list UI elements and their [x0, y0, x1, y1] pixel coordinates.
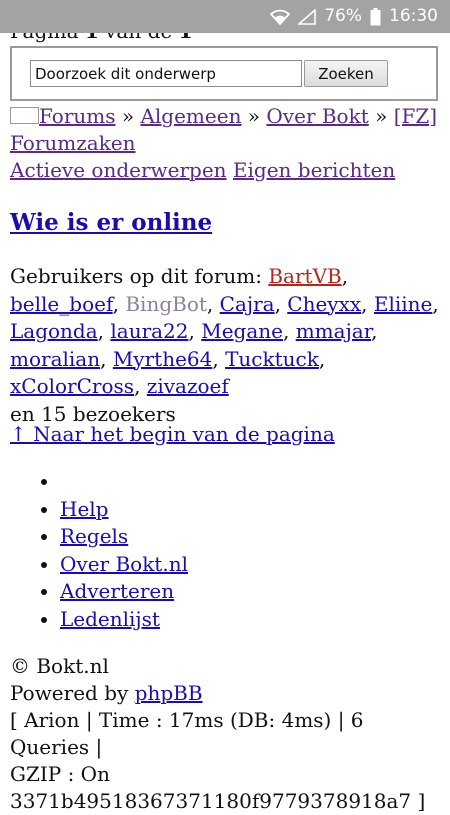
copyright-text: © Bokt.nl	[10, 654, 109, 678]
back-to-top: ↑ Naar het begin van de pagina	[10, 421, 335, 448]
online-user[interactable]: Tucktuck	[225, 347, 319, 371]
own-posts-link[interactable]: Eigen berichten	[233, 158, 395, 182]
online-users: Gebruikers op dit forum: BartVB, belle_b…	[10, 264, 439, 426]
online-user[interactable]: Cajra	[220, 292, 275, 316]
debug-stats-line: GZIP : On	[10, 762, 110, 786]
copyright-block: © Bokt.nl Powered by phpBB [ Arion | Tim…	[10, 653, 448, 815]
search-box: Zoeken	[10, 46, 438, 101]
breadcrumb: Forums » Algemeen » Over Bokt » [FZ] For…	[10, 103, 442, 157]
home-icon[interactable]	[10, 107, 39, 124]
footer-link-item: Help	[60, 496, 188, 524]
online-user[interactable]: Megane	[201, 319, 283, 343]
breadcrumb-forums[interactable]: Forums	[39, 104, 116, 128]
signal-icon	[298, 8, 317, 25]
online-user[interactable]: zivazoef	[147, 374, 229, 398]
rules-link[interactable]: Regels	[60, 524, 128, 548]
online-user[interactable]: Cheyxx	[287, 292, 361, 316]
online-user[interactable]: Lagonda	[10, 319, 98, 343]
back-to-top-link[interactable]: ↑ Naar het begin van de pagina	[10, 422, 335, 446]
phpbb-link[interactable]: phpBB	[135, 681, 203, 705]
who-is-online-heading[interactable]: Wie is er online	[10, 208, 212, 238]
who-is-online-link[interactable]: Wie is er online	[10, 209, 212, 236]
advertise-link[interactable]: Adverteren	[60, 579, 174, 603]
footer-link-empty	[60, 468, 188, 496]
online-user[interactable]: belle_boef	[10, 292, 113, 316]
online-user[interactable]: Myrthe64	[113, 347, 213, 371]
memberlist-link[interactable]: Ledenlijst	[60, 607, 160, 631]
footer-links: Help Regels Over Bokt.nl Adverteren Lede…	[10, 468, 188, 634]
active-topics-link[interactable]: Actieve onderwerpen	[10, 158, 227, 182]
powered-by: Powered by phpBB	[10, 680, 448, 707]
online-user[interactable]: BartVB	[268, 264, 341, 288]
wifi-icon	[270, 9, 291, 25]
clock: 16:30	[389, 6, 438, 26]
breadcrumb-over-bokt[interactable]: Over Bokt	[266, 104, 368, 128]
powered-by-label: Powered by	[10, 681, 135, 705]
quick-links: Actieve onderwerpen Eigen berichten	[10, 157, 395, 184]
breadcrumb-separator: »	[368, 104, 394, 128]
online-user[interactable]: moralian	[10, 347, 100, 371]
footer-link-item: Ledenlijst	[60, 606, 188, 634]
battery-percentage: 76%	[324, 6, 362, 26]
help-link[interactable]: Help	[60, 497, 108, 521]
battery-icon	[370, 7, 381, 26]
breadcrumb-algemeen[interactable]: Algemeen	[140, 104, 241, 128]
debug-stats-line: [ Arion | Time : 17ms (DB: 4ms) | 6 Quer…	[10, 708, 364, 759]
footer-link-item: Over Bokt.nl	[60, 551, 188, 579]
online-user-bot: BingBot	[125, 291, 207, 316]
footer-link-item: Adverteren	[60, 578, 188, 606]
online-user[interactable]: xColorCross	[10, 374, 134, 398]
online-prefix: Gebruikers op dit forum:	[10, 264, 269, 288]
online-user[interactable]: Eliine	[374, 292, 433, 316]
status-bar: 76% 16:30	[0, 0, 450, 33]
footer-link-item: Regels	[60, 523, 188, 551]
search-button[interactable]: Zoeken	[304, 60, 388, 87]
debug-stats-line: 3371b49518367371180f9779378918a7 ]	[10, 789, 426, 813]
search-input[interactable]	[30, 60, 302, 87]
online-user[interactable]: laura22	[110, 319, 188, 343]
online-user[interactable]: mmajar	[296, 319, 371, 343]
breadcrumb-separator: »	[115, 104, 141, 128]
about-link[interactable]: Over Bokt.nl	[60, 552, 188, 576]
breadcrumb-separator: »	[241, 104, 267, 128]
